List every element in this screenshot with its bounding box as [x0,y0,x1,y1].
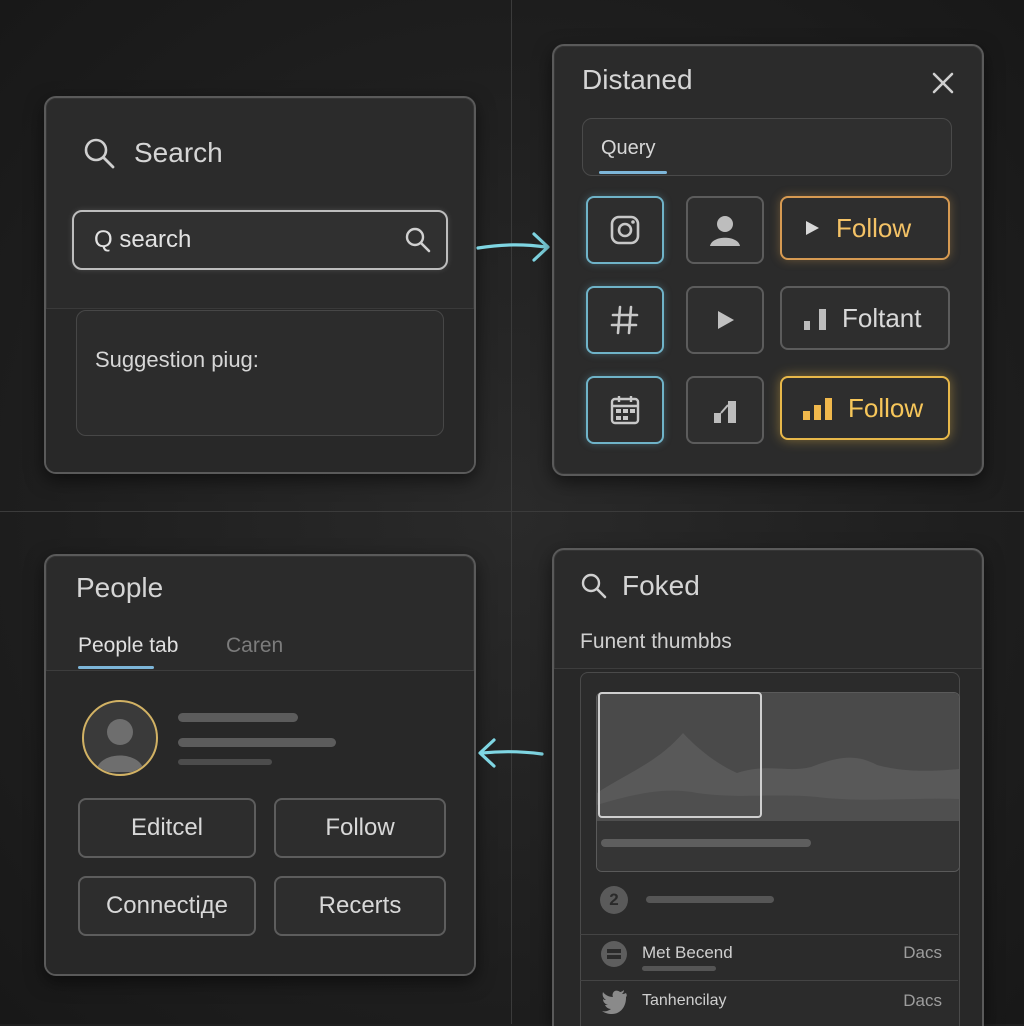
play-icon [806,221,819,235]
name-placeholder [178,713,298,722]
profile-button[interactable] [686,196,764,264]
bar-chart-icon [714,401,736,423]
follow-button-top[interactable]: Follow [780,196,950,260]
horizontal-divider [0,511,1024,512]
item-placeholder [646,896,774,903]
foked-subtitle: Funent thumbbs [580,630,732,653]
instagram-icon [610,215,640,245]
detail-placeholder [178,738,336,747]
distaned-panel-title: Distaned [582,64,693,95]
vertical-divider [511,0,512,1024]
follow-button-bottom[interactable]: Follow [780,376,950,440]
close-icon[interactable] [928,68,958,98]
query-label: Query [601,137,656,159]
hashtag-icon [610,305,639,335]
hashtag-button[interactable] [586,286,664,354]
search-field[interactable] [72,210,448,270]
foltant-button[interactable]: Foltant [780,286,950,350]
row-divider [580,934,958,935]
stats-button[interactable] [686,376,764,444]
follow-button[interactable]: Follow [274,798,446,858]
people-panel-title: People [76,572,164,603]
recents-button[interactable]: Recerts [274,876,446,936]
editcel-button[interactable]: Editcel [78,798,256,858]
foked-header: Foked [580,570,700,602]
search-input[interactable] [92,220,396,260]
list-item-meta: Dacs [903,943,942,962]
list-item-label[interactable]: Tanhencilay [642,992,727,1010]
instagram-button[interactable] [586,196,664,264]
distaned-panel: Distaned Query Follow Foltant Follow [552,44,984,476]
tab-people[interactable]: People tab [78,634,178,658]
people-panel: People People tab Caren Editcel Follow C… [44,554,476,976]
search-icon [84,138,115,169]
square-circle-icon [601,941,627,967]
follow-label: Follow [848,392,924,423]
user-icon [710,216,740,246]
follow-label: Follow [836,212,912,243]
arrow-right-icon [476,232,550,262]
row-divider [580,980,958,981]
detail-placeholder [178,759,272,765]
search-panel: Search Suggestion piug: [44,96,476,474]
count-badge: 2 [600,886,628,914]
arrow-left-icon [478,738,544,768]
list-item-meta: Dacs [903,991,942,1010]
search-icon[interactable] [404,226,432,254]
foked-panel: Foked Funent thumbbs 2 Met Becend Dacs T… [552,548,984,1026]
search-panel-title: Search [134,137,223,168]
bar-chart-icon [803,398,832,420]
suggestion-box[interactable]: Suggestion piug: [76,310,444,436]
calendar-icon [610,396,640,425]
user-icon [96,719,144,772]
query-field[interactable]: Query [582,118,952,176]
foltant-label: Foltant [842,302,922,333]
bar-chart-icon [804,309,826,330]
foked-panel-title: Foked [622,570,700,601]
play-icon [718,311,734,329]
list-item-label[interactable]: Met Becend [642,943,733,963]
search-header: Search [82,136,223,170]
suggestion-label: Suggestion piug: [95,347,259,372]
play-button[interactable] [686,286,764,354]
search-icon [581,573,607,599]
selected-thumbnail-frame[interactable] [598,692,762,818]
calendar-button[interactable] [586,376,664,444]
avatar[interactable] [82,700,158,776]
item-placeholder [642,966,716,971]
query-underline [599,171,667,174]
active-tab-underline [78,666,154,669]
twitter-icon [602,990,627,1014]
tab-caren[interactable]: Caren [226,634,283,658]
connection-button[interactable]: Connectiде [78,876,256,936]
